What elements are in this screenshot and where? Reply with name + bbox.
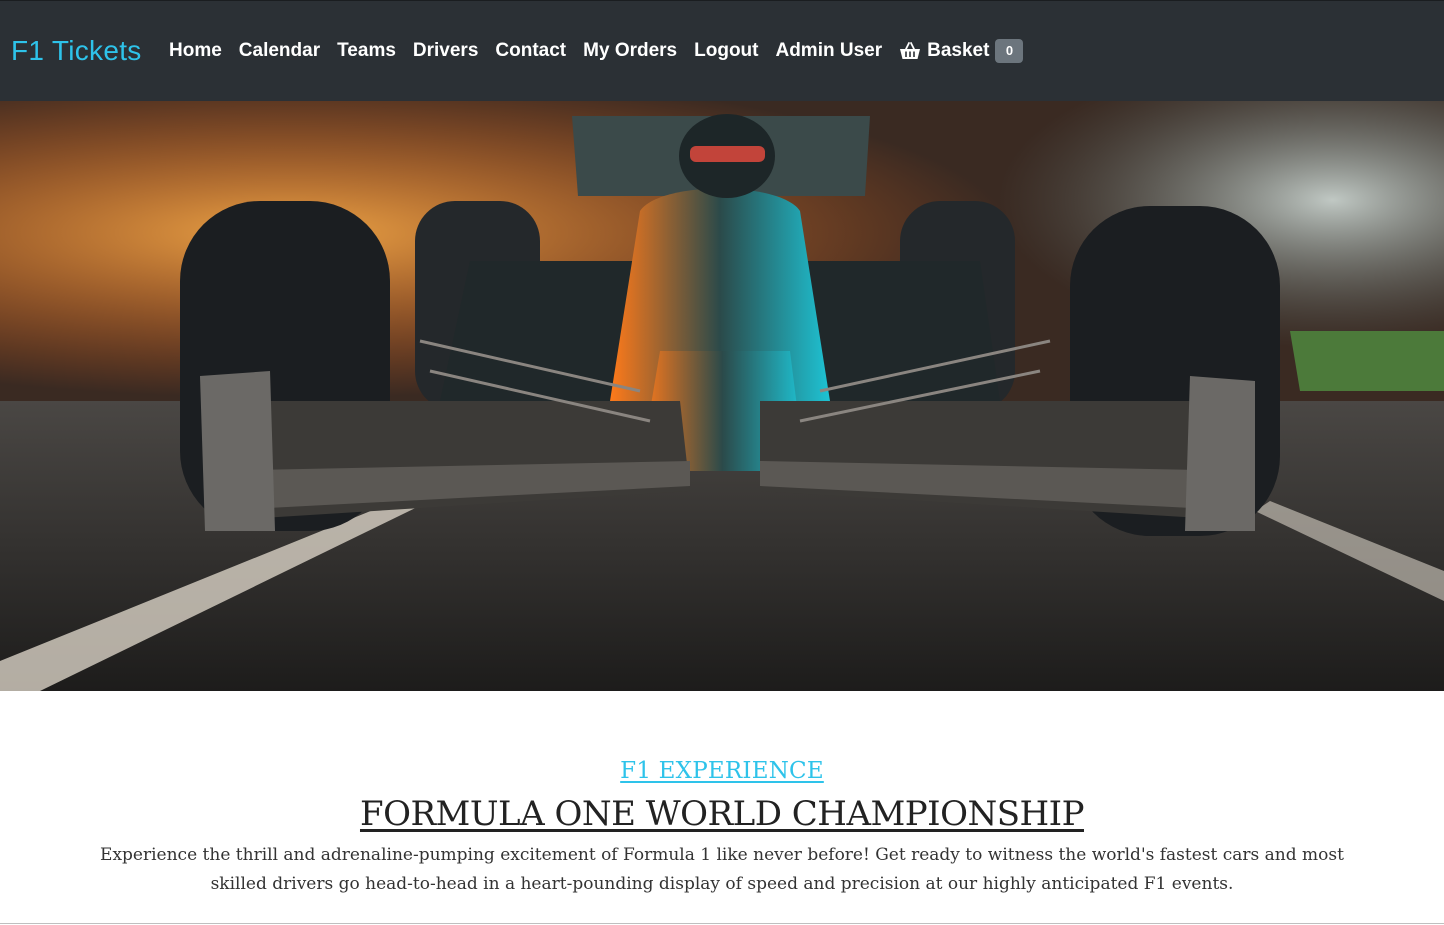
nav-my-orders[interactable]: My Orders — [583, 39, 677, 63]
basket-icon — [899, 40, 921, 62]
basket-count-badge: 0 — [995, 39, 1024, 63]
nav-teams[interactable]: Teams — [337, 39, 396, 63]
intro-eyebrow-link[interactable]: F1 EXPERIENCE — [620, 757, 824, 785]
nav-drivers[interactable]: Drivers — [413, 39, 479, 63]
top-navbar: F1 Tickets Home Calendar Teams Drivers C… — [0, 0, 1444, 101]
race-car-illustration — [0, 101, 1444, 691]
hero-image — [0, 101, 1444, 691]
section-divider — [0, 923, 1444, 924]
nav-contact[interactable]: Contact — [495, 39, 566, 63]
nav-home[interactable]: Home — [169, 39, 222, 63]
intro-headline: FORMULA ONE WORLD CHAMPIONSHIP — [359, 794, 1085, 834]
nav-logout[interactable]: Logout — [694, 39, 758, 63]
main-nav: Home Calendar Teams Drivers Contact My O… — [169, 39, 1040, 63]
nav-basket[interactable]: Basket 0 — [899, 39, 1024, 63]
intro-section: F1 EXPERIENCE FORMULA ONE WORLD CHAMPION… — [0, 757, 1444, 899]
nav-user[interactable]: Admin User — [775, 39, 882, 63]
nav-calendar[interactable]: Calendar — [239, 39, 320, 63]
basket-label: Basket — [927, 40, 990, 61]
brand-logo-link[interactable]: F1 Tickets — [11, 34, 142, 68]
intro-text: Experience the thrill and adrenaline-pum… — [100, 845, 1344, 894]
